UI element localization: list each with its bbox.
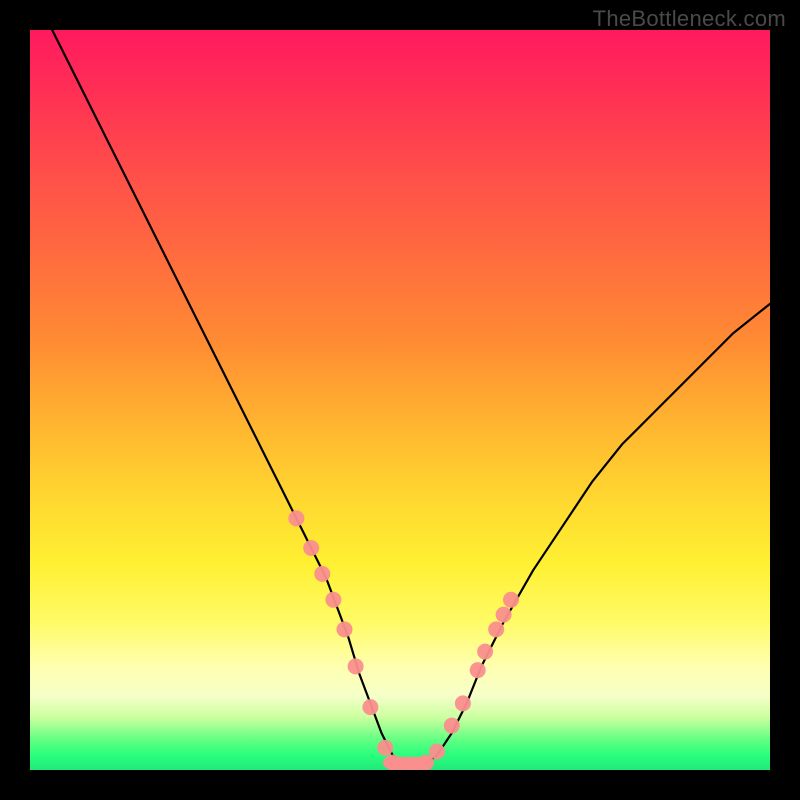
plot-area xyxy=(30,30,770,770)
bottleneck-curve xyxy=(52,30,770,766)
chart-stage: TheBottleneck.com xyxy=(0,0,800,800)
plot-svg xyxy=(30,30,770,770)
sample-dots xyxy=(288,510,519,770)
watermark-text: TheBottleneck.com xyxy=(593,6,786,32)
